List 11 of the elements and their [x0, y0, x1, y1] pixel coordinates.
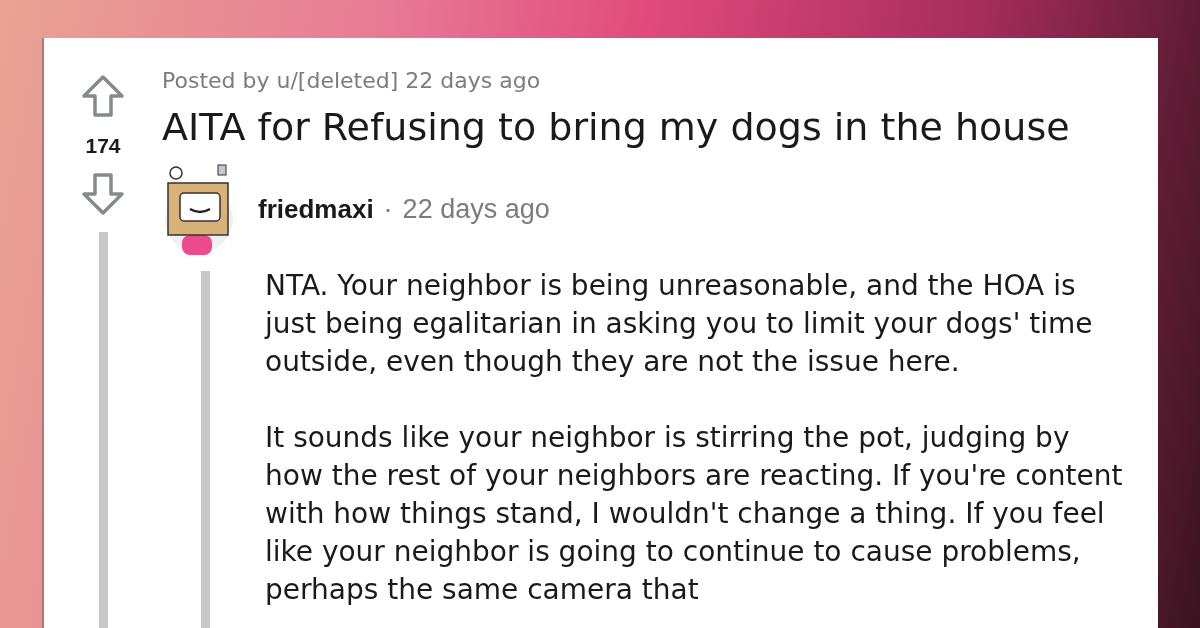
username[interactable]: friedmaxi: [258, 193, 374, 225]
comment-time: 22 days ago: [402, 193, 550, 225]
post-title[interactable]: AITA for Refusing to bring my dogs in the house: [162, 105, 1158, 149]
comment-paragraph: It sounds like your neighbor is stirring the pot, judging by how the rest of your neighbors are reacting. If you're content with how things stand, I wouldn't change a thing. If you feel like your neighbor is going to continue to cause problems, perhaps the same camera that: [265, 420, 1124, 608]
upvote-icon[interactable]: [80, 74, 126, 118]
vote-score: 174: [85, 134, 121, 158]
downvote-icon[interactable]: [80, 172, 126, 216]
comment-paragraph: NTA. Your neighbor is being unreasonable, and the HOA is just being egalitarian in asking you to limit your dogs' time outside, even though they are not the issue here.: [265, 268, 1094, 380]
post-meta: Posted by u/[deleted] 22 days ago: [162, 68, 542, 93]
avatar-drawing[interactable]: [162, 163, 236, 255]
separator-dot: ·: [383, 193, 393, 225]
